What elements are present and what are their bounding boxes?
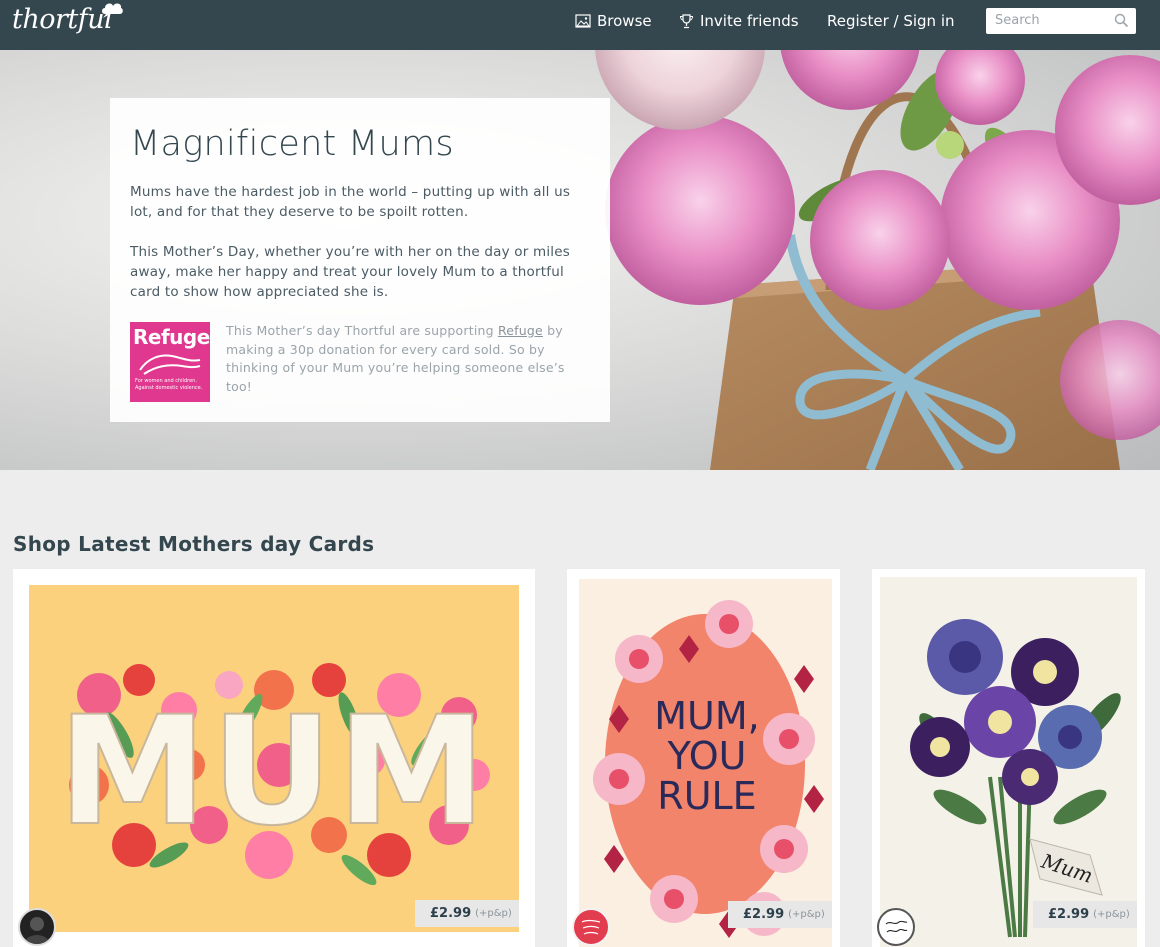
- product-card[interactable]: MUM, YOU RULE £2.99 (+p&p): [567, 569, 840, 947]
- hero-title: Magnificent Mums: [130, 124, 454, 164]
- creator-signature-icon: [885, 920, 908, 933]
- invite-friends-nav-link[interactable]: Invite friends: [679, 11, 799, 31]
- refuge-logo-word: Refuge: [133, 325, 210, 349]
- card-art-line-1: MUM,: [654, 694, 759, 738]
- image-icon: [575, 14, 591, 28]
- top-navigation-bar: thortful Browse Invite friends Register …: [0, 0, 1160, 50]
- creator-avatar[interactable]: [572, 908, 610, 946]
- price-value: £2.99: [1048, 907, 1090, 922]
- product-card[interactable]: MUM £2.99 (+p&p): [13, 569, 535, 947]
- search-box: [986, 8, 1136, 34]
- postage-note: (+p&p): [475, 908, 512, 919]
- card-art-line-2: YOU: [667, 734, 747, 778]
- hands-icon: [139, 354, 201, 375]
- logo-wordmark: thortful: [12, 4, 113, 35]
- card-artwork[interactable]: Mum: [880, 577, 1137, 947]
- price-value: £2.99: [430, 906, 472, 921]
- card-art-text: MUM: [58, 685, 490, 859]
- mum-you-rule-illustration: MUM, YOU RULE: [593, 600, 824, 938]
- hero-text-panel: Magnificent Mums Mums have the hardest j…: [110, 98, 610, 422]
- speech-cloud-icon: [102, 3, 123, 18]
- product-card[interactable]: Mum £2.99 (+p&p): [872, 569, 1145, 947]
- price-tag: £2.99 (+p&p): [1033, 901, 1137, 928]
- register-sign-in-link[interactable]: Register / Sign in: [827, 11, 955, 31]
- search-input[interactable]: [986, 8, 1115, 32]
- mum-floral-illustration: MUM: [57, 663, 490, 886]
- price-value: £2.99: [743, 907, 785, 922]
- price-tag: £2.99 (+p&p): [728, 901, 832, 928]
- price-tag: £2.99 (+p&p): [415, 900, 519, 927]
- charity-text-start: This Mother’s day Thortful are supportin…: [226, 323, 498, 338]
- card-art-line-3: RULE: [657, 774, 756, 818]
- creator-avatar[interactable]: [18, 908, 56, 946]
- card-artwork[interactable]: MUM: [29, 585, 519, 932]
- card-artwork[interactable]: MUM, YOU RULE: [579, 579, 832, 947]
- postage-note: (+p&p): [788, 909, 825, 920]
- hero-banner: Magnificent Mums Mums have the hardest j…: [0, 50, 1160, 470]
- search-icon[interactable]: [1114, 13, 1129, 28]
- trophy-icon: [679, 13, 694, 28]
- browse-label: Browse: [597, 12, 652, 30]
- refuge-link[interactable]: Refuge: [498, 323, 543, 338]
- creator-avatar[interactable]: [877, 908, 915, 946]
- charity-notice: Refuge For women and children. Against d…: [130, 322, 590, 402]
- refuge-logo-tagline: For women and children. Against domestic…: [135, 378, 203, 391]
- hero-paragraph-1: Mums have the hardest job in the world –…: [130, 184, 571, 220]
- invite-friends-label: Invite friends: [700, 12, 799, 30]
- creator-signature-icon: [581, 919, 601, 935]
- creator-photo-icon: [24, 917, 50, 944]
- section-title: Shop Latest Mothers day Cards: [13, 532, 375, 556]
- refuge-logo[interactable]: Refuge For women and children. Against d…: [130, 322, 210, 402]
- browse-nav-link[interactable]: Browse: [575, 11, 652, 31]
- charity-text: This Mother’s day Thortful are supportin…: [226, 322, 590, 396]
- pansy-bouquet-illustration: Mum: [910, 619, 1121, 938]
- postage-note: (+p&p): [1093, 909, 1130, 920]
- hero-paragraph-2: This Mother’s Day, whether you’re with h…: [130, 244, 570, 300]
- register-sign-in-label: Register / Sign in: [827, 12, 955, 30]
